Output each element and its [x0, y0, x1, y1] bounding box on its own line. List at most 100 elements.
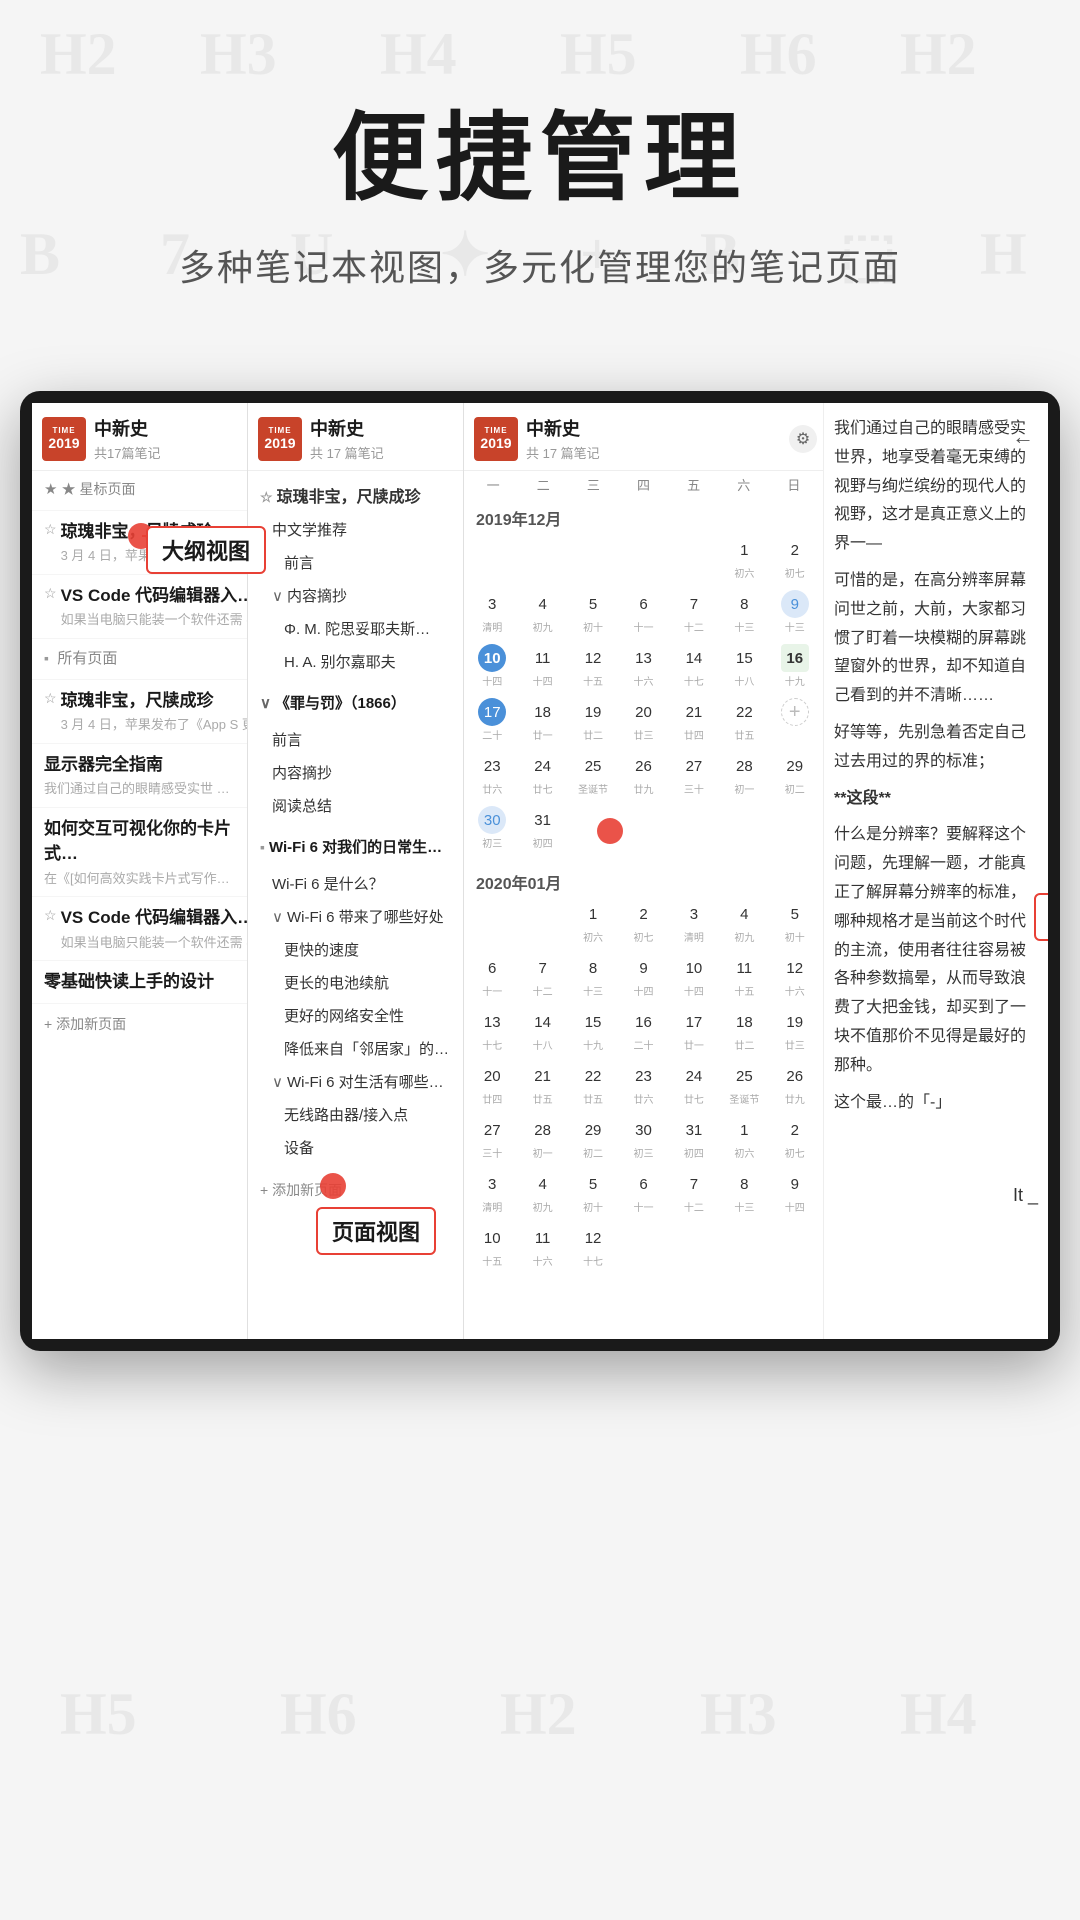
cal-day[interactable]: 4 初九: [720, 896, 768, 948]
cal-day[interactable]: 8 十三: [569, 950, 617, 1002]
cal-day[interactable]: 29 初二: [569, 1112, 617, 1164]
cal-day[interactable]: 31 初四: [518, 802, 566, 854]
cal-day[interactable]: 11 十四: [518, 640, 566, 692]
cal-day[interactable]: 3 清明: [468, 586, 516, 638]
outline-item[interactable]: 设备: [248, 1131, 463, 1164]
cal-day[interactable]: 26 廿九: [619, 748, 667, 800]
cal-day[interactable]: 5 初十: [771, 896, 819, 948]
outline-item-expandable[interactable]: ∨Wi-Fi 6 对生活有哪些帮助…: [248, 1065, 463, 1098]
cal-day[interactable]: 7 十二: [670, 1166, 718, 1218]
cal-day[interactable]: 2 初七: [771, 1112, 819, 1164]
cal-day[interactable]: 9 十三: [771, 586, 819, 638]
cal-day[interactable]: 22 廿五: [720, 694, 768, 746]
cal-day[interactable]: 2 初七: [771, 532, 819, 584]
cal-day[interactable]: 15 十八: [720, 640, 768, 692]
cal-day[interactable]: 16 十九: [771, 640, 819, 692]
cal-day[interactable]: 26 廿九: [771, 1058, 819, 1110]
cal-day[interactable]: 12 十七: [569, 1220, 617, 1272]
list-item[interactable]: 如何交互可视化你的卡片式… 在《[如何高效实践卡片式写作？ sspai.com/…: [32, 808, 247, 898]
cal-day[interactable]: 11 十六: [518, 1220, 566, 1272]
cal-day[interactable]: 12 十六: [771, 950, 819, 1002]
outline-item[interactable]: 更好的网络安全性: [248, 999, 463, 1032]
cal-day[interactable]: 7 十二: [670, 586, 718, 638]
cal-day[interactable]: 10 十五: [468, 1220, 516, 1272]
starred-section[interactable]: ★ ★ 星标页面: [32, 471, 247, 511]
cal-day[interactable]: 19 廿二: [569, 694, 617, 746]
cal-day[interactable]: 3 清明: [670, 896, 718, 948]
all-pages[interactable]: ▪ 所有页面: [32, 639, 247, 680]
cal-day[interactable]: 6 十一: [619, 1166, 667, 1218]
outline-item[interactable]: Wi-Fi 6 是什么？: [248, 867, 463, 900]
cal-day[interactable]: 12 十五: [569, 640, 617, 692]
outline-item[interactable]: H. A. 别尔嘉耶夫: [248, 645, 463, 678]
list-item[interactable]: ☆ VS Code 代码编辑器入… 如果当电脑只能装一个软件还需 学习工作时，不…: [32, 897, 247, 961]
add-page-middle[interactable]: + 添加新页面: [248, 1170, 463, 1210]
cal-day[interactable]: 13 十七: [468, 1004, 516, 1056]
cal-day[interactable]: 18 廿一: [518, 694, 566, 746]
outline-item[interactable]: 更快的速度: [248, 933, 463, 966]
cal-day[interactable]: 14 十八: [518, 1004, 566, 1056]
cal-day[interactable]: 24 廿七: [670, 1058, 718, 1110]
cal-day[interactable]: 9 十四: [771, 1166, 819, 1218]
cal-day[interactable]: 25 圣诞节: [569, 748, 617, 800]
cal-day[interactable]: 23 廿六: [619, 1058, 667, 1110]
outline-item[interactable]: Φ. M. 陀思妥耶夫斯…: [248, 612, 463, 645]
cal-day[interactable]: 29 初二: [771, 748, 819, 800]
cal-day[interactable]: 7 十二: [518, 950, 566, 1002]
cal-day[interactable]: 11 十五: [720, 950, 768, 1002]
cal-day[interactable]: 16 二十: [619, 1004, 667, 1056]
outline-item[interactable]: 前言: [248, 723, 463, 756]
cal-day[interactable]: 5 初十: [569, 1166, 617, 1218]
cal-day[interactable]: 14 十七: [670, 640, 718, 692]
cal-day[interactable]: 23 廿六: [468, 748, 516, 800]
cal-day[interactable]: 3 清明: [468, 1166, 516, 1218]
cal-day[interactable]: 30 初三: [468, 802, 516, 854]
cal-day[interactable]: 28 初一: [720, 748, 768, 800]
list-item[interactable]: ☆ 琼瑰非宝，尺牍成珍 3 月 4 日，苹果发布了《App S 更新。新版《标准…: [32, 680, 247, 744]
cal-day[interactable]: 17 廿一: [670, 1004, 718, 1056]
cal-day[interactable]: 25 圣诞节: [720, 1058, 768, 1110]
cal-day-add[interactable]: +: [771, 694, 819, 746]
cal-day[interactable]: 31 初四: [670, 1112, 718, 1164]
cal-day[interactable]: 15 十九: [569, 1004, 617, 1056]
list-item[interactable]: 显示器完全指南 我们通过自己的眼睛感受实世 受着毫无束缚的视野与绚烂缤纷: [32, 744, 247, 808]
cal-day[interactable]: 27 三十: [468, 1112, 516, 1164]
cal-day[interactable]: 2 初七: [619, 896, 667, 948]
cal-day[interactable]: 1 初六: [569, 896, 617, 948]
outline-item-expandable[interactable]: ∨Wi-Fi 6 带来了哪些好处: [248, 900, 463, 933]
cal-day[interactable]: 4 初九: [518, 586, 566, 638]
cal-day[interactable]: 30 初三: [619, 1112, 667, 1164]
cal-day[interactable]: 8 十三: [720, 1166, 768, 1218]
cal-day-today[interactable]: 10 十四: [468, 640, 516, 692]
cal-day[interactable]: 19 廿三: [771, 1004, 819, 1056]
cal-day[interactable]: 9 十四: [619, 950, 667, 1002]
cal-day[interactable]: 24 廿七: [518, 748, 566, 800]
settings-icon[interactable]: ⚙: [789, 425, 817, 453]
cal-day[interactable]: 18 廿二: [720, 1004, 768, 1056]
cal-day[interactable]: 17 二十: [468, 694, 516, 746]
cal-day[interactable]: 6 十一: [619, 586, 667, 638]
cal-day[interactable]: 1 初六: [720, 1112, 768, 1164]
cal-day[interactable]: 5 初十: [569, 586, 617, 638]
outline-item[interactable]: 前言: [248, 546, 463, 579]
outline-item[interactable]: 内容摘抄: [248, 756, 463, 789]
outline-item[interactable]: 更长的电池续航: [248, 966, 463, 999]
cal-day[interactable]: 20 廿三: [619, 694, 667, 746]
cal-day[interactable]: 21 廿四: [670, 694, 718, 746]
cal-day[interactable]: 1 初六: [720, 532, 768, 584]
outline-item[interactable]: 阅读总结: [248, 789, 463, 822]
cal-day[interactable]: 27 三十: [670, 748, 718, 800]
cal-day[interactable]: 20 廿四: [468, 1058, 516, 1110]
add-page-left[interactable]: + 添加新页面: [32, 1004, 247, 1044]
list-item[interactable]: 零基础快读上手的设计: [32, 961, 247, 1004]
outline-item[interactable]: 中文学推荐: [248, 513, 463, 546]
cal-day[interactable]: 22 廿五: [569, 1058, 617, 1110]
outline-item[interactable]: 无线路由器/接入点: [248, 1098, 463, 1131]
outline-item[interactable]: 降低来自「邻居家」的…: [248, 1032, 463, 1065]
cal-day[interactable]: 8 十三: [720, 586, 768, 638]
cal-day[interactable]: 13 十六: [619, 640, 667, 692]
cal-day[interactable]: 6 十一: [468, 950, 516, 1002]
outline-item[interactable]: ☆琼瑰非宝，尺牍成珍: [248, 477, 463, 513]
list-item[interactable]: ☆ VS Code 代码编辑器入… 如果当电脑只能装一个软件还需 学习工作时，不…: [32, 575, 247, 639]
cal-day[interactable]: 21 廿五: [518, 1058, 566, 1110]
